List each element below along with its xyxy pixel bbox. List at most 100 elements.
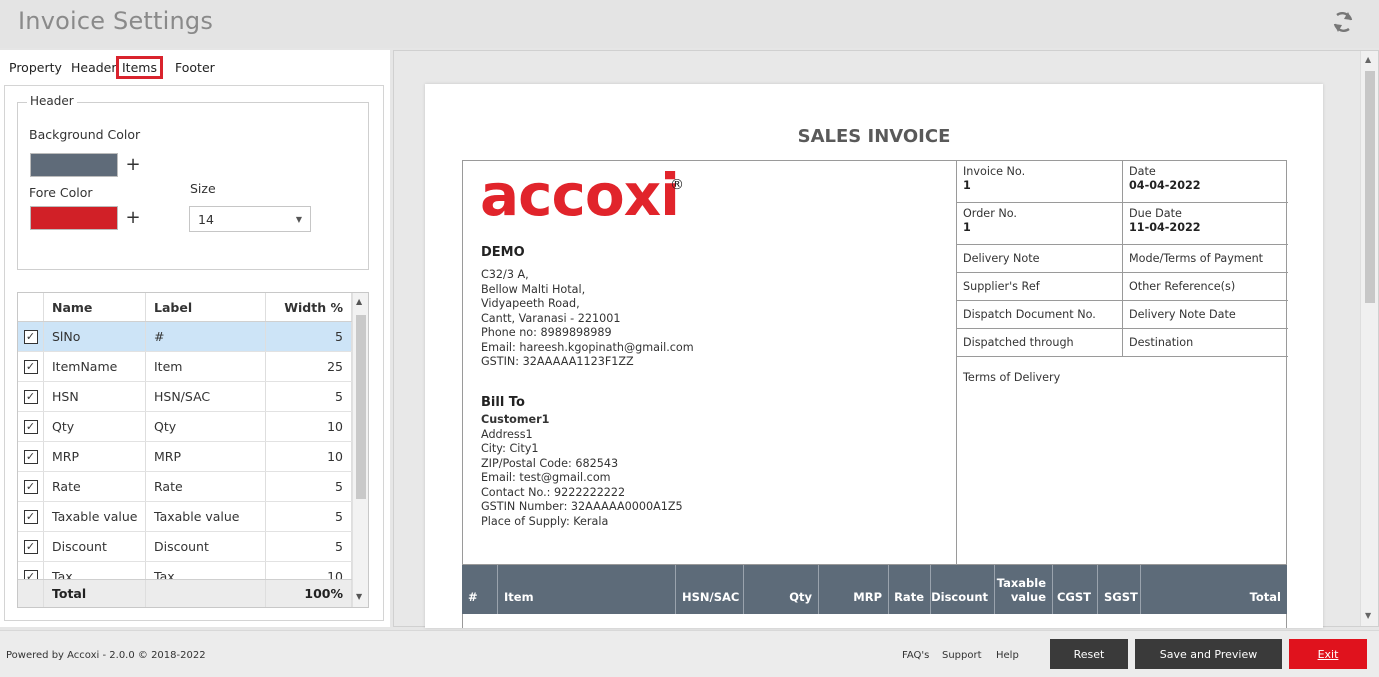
date-value: 04-04-2022 [1129,179,1201,192]
meta-row: Delivery Note Mode/Terms of Payment [957,245,1288,273]
bill-line: Contact No.: 9222222222 [481,485,626,499]
refresh-icon[interactable] [1329,8,1357,36]
checkbox[interactable]: ✓ [23,359,38,374]
grid-header-check [18,293,44,321]
faqs-link[interactable]: FAQ's [902,650,929,661]
scroll-up-icon[interactable]: ▲ [1365,55,1371,64]
items-col-discount: Discount [931,565,995,614]
invoice-meta: Invoice No. 1 Date 04-04-2022 Order No. … [957,161,1288,566]
order-no-value: 1 [963,221,971,234]
size-select[interactable]: 14 ▼ [189,206,311,232]
table-row[interactable]: ✓ Taxable value Taxable value 5 [18,502,352,532]
items-col-cgst: CGST [1053,565,1098,614]
invoice-no-value: 1 [963,179,971,192]
checkbox[interactable]: ✓ [23,479,38,494]
preview-scrollbar[interactable]: ▲ ▼ [1360,51,1378,626]
row-checkbox-cell[interactable]: ✓ [18,352,44,381]
support-link[interactable]: Support [942,650,982,661]
table-row[interactable]: ✓ Discount Discount 5 [18,532,352,562]
preview-scroll-thumb[interactable] [1365,71,1375,303]
items-col-item: Item [498,565,676,614]
size-label: Size [190,181,216,196]
grid-header-label: Label [146,293,266,321]
row-checkbox-cell[interactable]: ✓ [18,472,44,501]
fore-color-add-button[interactable]: + [119,206,147,230]
tab-footer[interactable]: Footer [172,59,218,76]
table-row[interactable]: ✓ HSN HSN/SAC 5 [18,382,352,412]
table-row[interactable]: ✓ SlNo #5 [18,322,352,352]
row-name: Rate [44,472,146,501]
row-label: MRP [146,442,266,471]
exit-button[interactable]: Exit [1289,639,1367,669]
checkbox[interactable]: ✓ [23,449,38,464]
checkbox[interactable]: ✓ [23,419,38,434]
items-col-taxable: Taxable value [995,565,1053,614]
powered-by-text: Powered by Accoxi - 2.0.0 © 2018-2022 [6,650,206,661]
invoice-paper: SALES INVOICE accoxi ® DEMO C32/3 A, Bel… [425,84,1323,628]
items-settings: Header Background Color + Fore Color Siz… [4,85,384,621]
fore-color-swatch[interactable] [30,206,118,230]
items-col-sl: # [462,565,498,614]
scroll-down-icon[interactable]: ▼ [1365,611,1371,620]
dispatch-doc-cell: Dispatch Document No. [957,301,1123,328]
row-name: HSN [44,382,146,411]
checkbox[interactable]: ✓ [23,329,38,344]
address-line: Cantt, Varanasi - 221001 [481,311,621,325]
page-title: Invoice Settings [18,7,214,35]
row-name: Taxable value [44,502,146,531]
items-col-rate: Rate [889,565,931,614]
row-name: SlNo [44,322,146,351]
table-row[interactable]: ✓ Rate Rate 5 [18,472,352,502]
row-width: 5 [266,532,352,561]
row-checkbox-cell[interactable]: ✓ [18,502,44,531]
scroll-down-icon[interactable]: ▼ [356,592,362,601]
row-label: Taxable value [146,502,266,531]
reset-button[interactable]: Reset [1050,639,1128,669]
tab-items[interactable]: Items [116,56,163,79]
items-table-header: # Item HSN/SAC Qty MRP Rate Discount Taxable va… [462,565,1287,614]
table-row[interactable]: ✓ ItemName Item 25 [18,352,352,382]
checkbox[interactable]: ✓ [23,509,38,524]
columns-grid: Name Label Width % ✓ SlNo #5 ✓ ItemName Item 2… [17,292,369,608]
grid-scroll-thumb[interactable] [356,315,366,499]
destination-cell: Destination [1129,336,1194,349]
row-checkbox-cell[interactable]: ✓ [18,412,44,441]
items-col-qty: Qty [744,565,819,614]
row-checkbox-cell[interactable]: ✓ [18,382,44,411]
table-row[interactable]: ✓ Qty Qty 10 [18,412,352,442]
table-row[interactable]: ✓ MRP MRP 10 [18,442,352,472]
row-width: 5 [266,502,352,531]
grid-header-width: Width % [266,293,352,321]
delivery-note-cell: Delivery Note [957,245,1123,272]
tab-header[interactable]: Header [68,59,120,76]
checkbox[interactable]: ✓ [23,539,38,554]
help-link[interactable]: Help [996,650,1019,661]
grid-scrollbar[interactable]: ▲ ▼ [352,293,368,607]
address-line: Bellow Malti Hotal, [481,282,586,296]
save-and-preview-button[interactable]: Save and Preview [1135,639,1282,669]
terms-of-delivery: Terms of Delivery [963,371,1061,384]
accoxi-logo: accoxi [480,161,680,229]
company-address: C32/3 A, Bellow Malti Hotal, Vidyapeeth … [481,268,694,370]
address-line: Vidyapeeth Road, [481,297,580,310]
grid-total-label: Total [44,580,146,607]
items-table-row [462,614,1287,628]
checkbox[interactable]: ✓ [23,389,38,404]
background-color-swatch[interactable] [30,153,118,177]
row-checkbox-cell[interactable]: ✓ [18,322,44,351]
invoice-no-cell: Invoice No. 1 [957,161,1123,202]
row-name: Qty [44,412,146,441]
scroll-up-icon[interactable]: ▲ [356,297,362,306]
bill-line: ZIP/Postal Code: 682543 [481,456,619,470]
tab-property[interactable]: Property [6,59,65,76]
background-color-add-button[interactable]: + [119,153,147,177]
items-col-hsn: HSN/SAC [676,565,744,614]
meta-row: Dispatch Document No. Delivery Note Date [957,301,1288,329]
meta-row: Order No. 1 Due Date 11-04-2022 [957,203,1288,245]
items-col-mrp: MRP [819,565,889,614]
bill-line: Place of Supply: Kerala [481,514,609,528]
row-checkbox-cell[interactable]: ✓ [18,532,44,561]
row-checkbox-cell[interactable]: ✓ [18,442,44,471]
date-label: Date [1129,165,1156,178]
chevron-down-icon: ▼ [295,215,302,224]
